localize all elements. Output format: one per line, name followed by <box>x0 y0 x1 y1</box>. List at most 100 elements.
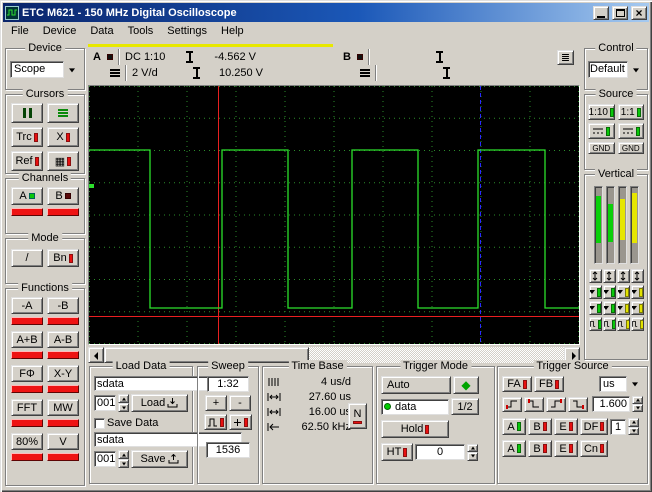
vertical-cursors-button[interactable] <box>11 103 43 123</box>
maximize-button[interactable] <box>612 6 628 20</box>
trace-cursor-button[interactable]: Trc <box>11 127 43 147</box>
spin-down-button[interactable] <box>118 403 129 412</box>
trigger-unit-select[interactable]: us <box>599 376 643 392</box>
spin-up-button[interactable] <box>467 444 478 453</box>
b-scale-down-button[interactable] <box>617 285 630 299</box>
mode-line-button[interactable]: / <box>11 249 43 267</box>
a-invert-button[interactable] <box>589 317 602 331</box>
edge-falling-b-button[interactable] <box>568 397 588 412</box>
sweep-minus-button[interactable]: - <box>229 395 251 411</box>
app-icon[interactable] <box>5 6 19 20</box>
function-button-minus-b[interactable]: -B <box>47 297 79 314</box>
spin-down-button[interactable] <box>118 459 129 468</box>
holdoff-value-field[interactable]: 0 <box>415 444 465 460</box>
horizontal-cursors-button[interactable] <box>47 103 79 123</box>
trigger-fb-button[interactable]: FB <box>534 376 564 392</box>
edge-rising-a-button[interactable] <box>502 397 522 412</box>
half-level-button[interactable]: 1/2 <box>451 398 479 415</box>
a-invert2-button[interactable] <box>603 317 616 331</box>
control-select[interactable]: Default <box>588 61 644 78</box>
source-b-button[interactable]: B <box>528 418 552 435</box>
b-position-down-button[interactable] <box>631 285 644 299</box>
function-button-a-minus-b[interactable]: A-B <box>47 331 79 348</box>
probe-1-10-button[interactable]: 1:10 <box>588 104 615 120</box>
probe-1-1-button[interactable]: 1:1 <box>618 104 645 120</box>
center-a-position-button[interactable] <box>603 269 616 283</box>
a-fine-position-button[interactable] <box>603 301 616 315</box>
channel-b-button[interactable]: B <box>47 187 79 205</box>
led-indicator[interactable] <box>11 385 43 393</box>
titlebar[interactable]: ETC M621 - 150 MHz Digital Oscilloscope <box>3 3 649 22</box>
function-button-mw[interactable]: MW <box>47 399 79 416</box>
led-indicator[interactable] <box>47 351 79 359</box>
oscilloscope-display[interactable] <box>88 85 580 345</box>
function-button-v[interactable]: V <box>47 433 79 450</box>
save-index-field[interactable]: 001 <box>94 451 116 467</box>
waveform-canvas[interactable] <box>89 86 579 344</box>
sweep-count-field[interactable]: 1536 <box>206 442 250 458</box>
minimize-button[interactable] <box>593 6 609 20</box>
spin-up-button[interactable] <box>118 394 129 403</box>
led-indicator[interactable] <box>47 317 79 325</box>
led-indicator[interactable] <box>11 351 43 359</box>
gnd-b-button[interactable]: GND <box>618 142 645 154</box>
menu-tools[interactable]: Tools <box>121 23 161 39</box>
channel-b-position-slider[interactable] <box>630 186 639 264</box>
center-b-scale-button[interactable] <box>617 269 630 283</box>
sweep-add-button[interactable] <box>229 414 252 430</box>
function-button-minus-a[interactable]: -A <box>11 297 43 314</box>
scroll-left-button[interactable] <box>88 347 104 363</box>
spin-down-button[interactable] <box>632 404 643 412</box>
coupling-b-button[interactable] <box>618 123 645 139</box>
source2-e-button[interactable]: E <box>554 440 578 457</box>
mode-binary-button[interactable]: Bn <box>47 249 79 267</box>
sweep-ratio-field[interactable]: 1:32 <box>207 376 249 392</box>
chevron-down-icon[interactable] <box>628 61 644 78</box>
menu-settings[interactable]: Settings <box>160 23 214 39</box>
save-data-checkbox[interactable] <box>94 418 105 429</box>
b-fine-position-button[interactable] <box>631 301 644 315</box>
trigger-level-field[interactable]: 1.600 <box>592 396 630 412</box>
source-a-button[interactable]: A <box>502 418 526 435</box>
device-select[interactable]: Scope <box>10 61 80 78</box>
source2-cn-button[interactable]: Cn <box>580 440 608 457</box>
a-position-down-button[interactable] <box>603 285 616 299</box>
ref-button[interactable]: Ref <box>11 151 43 171</box>
b-fine-down-button[interactable] <box>617 301 630 315</box>
hold-button[interactable]: Hold <box>381 420 449 438</box>
led-indicator[interactable] <box>11 453 43 461</box>
trigger-armed-button[interactable]: ◆ <box>453 376 479 394</box>
b-invert2-button[interactable] <box>631 317 644 331</box>
chevron-down-icon[interactable] <box>627 376 643 392</box>
edge-rising-b-button[interactable] <box>546 397 566 412</box>
source2-a-button[interactable]: A <box>502 440 526 457</box>
function-button-80pct[interactable]: 80% <box>11 433 43 450</box>
channel-a-scale[interactable]: 2 V/d <box>132 67 188 79</box>
load-index-field[interactable]: 001 <box>94 395 116 411</box>
menu-help[interactable]: Help <box>214 23 251 39</box>
led-indicator[interactable] <box>47 385 79 393</box>
menu-data[interactable]: Data <box>83 23 120 39</box>
source-df-button[interactable]: DF <box>580 418 608 435</box>
source-e-button[interactable]: E <box>554 418 578 435</box>
led-indicator[interactable] <box>47 453 79 461</box>
sweep-single-button[interactable] <box>204 414 227 430</box>
edge-falling-a-button[interactable] <box>524 397 544 412</box>
a-scale-down-button[interactable] <box>589 285 602 299</box>
function-button-fft[interactable]: FFT <box>11 399 43 416</box>
led-indicator[interactable] <box>47 419 79 427</box>
trigger-mode-select[interactable]: Auto <box>381 376 451 394</box>
load-button[interactable]: Load <box>131 394 188 412</box>
center-b-position-button[interactable] <box>631 269 644 283</box>
sweep-plus-button[interactable]: + <box>205 395 227 411</box>
source2-b-button[interactable]: B <box>528 440 552 457</box>
display-menu-button[interactable]: ≣ <box>557 50 574 65</box>
close-button[interactable] <box>631 6 647 20</box>
spin-up-button[interactable] <box>628 418 639 427</box>
channel-a-position-slider[interactable] <box>606 186 615 264</box>
channel-a-button[interactable]: A <box>11 187 43 205</box>
save-button[interactable]: Save <box>131 450 188 468</box>
gnd-a-button[interactable]: GND <box>588 142 615 154</box>
menu-device[interactable]: Device <box>36 23 84 39</box>
spin-up-button[interactable] <box>118 450 129 459</box>
